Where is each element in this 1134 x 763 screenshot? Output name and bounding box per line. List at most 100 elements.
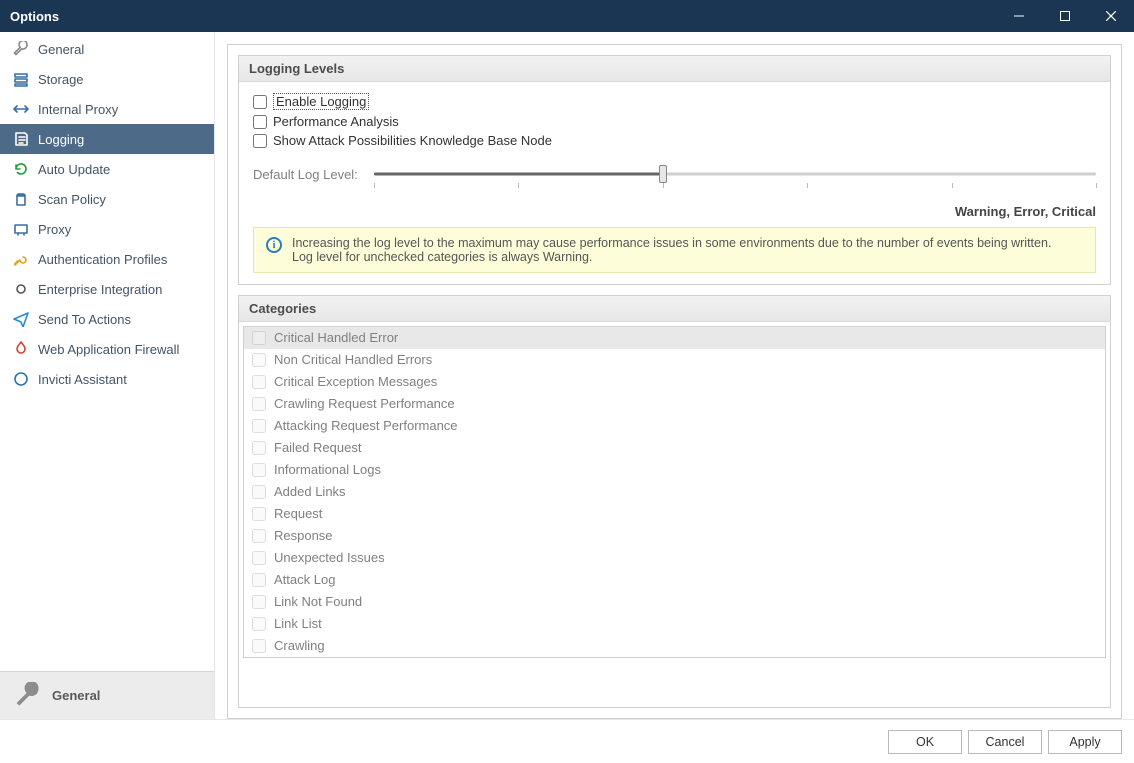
categories-title: Categories	[239, 296, 1110, 322]
sidebar-item-internal-proxy[interactable]: Internal Proxy	[0, 94, 214, 124]
category-checkbox[interactable]	[252, 573, 266, 587]
sidebar-item-logging[interactable]: Logging	[0, 124, 214, 154]
enable-logging-label: Enable Logging	[273, 93, 369, 110]
category-checkbox[interactable]	[252, 639, 266, 653]
sidebar-item-enterprise-integration[interactable]: Enterprise Integration	[0, 274, 214, 304]
performance-analysis-checkbox[interactable]	[253, 115, 267, 129]
category-checkbox[interactable]	[252, 507, 266, 521]
sidebar-item-send-to-actions[interactable]: Send To Actions	[0, 304, 214, 334]
assistant-icon	[12, 370, 30, 388]
sidebar-item-label: Proxy	[38, 222, 71, 237]
category-label: Request	[274, 506, 322, 521]
key-icon	[12, 250, 30, 268]
category-checkbox[interactable]	[252, 551, 266, 565]
proxy-icon	[12, 220, 30, 238]
category-checkbox[interactable]	[252, 617, 266, 631]
settings-panel: Logging Levels Enable Logging Performanc…	[227, 44, 1122, 719]
category-label: Attack Log	[274, 572, 335, 587]
show-attack-label: Show Attack Possibilities Knowledge Base…	[273, 133, 552, 148]
info-line-1: Increasing the log level to the maximum …	[292, 236, 1051, 250]
sidebar-item-scan-policy[interactable]: Scan Policy	[0, 184, 214, 214]
sidebar-item-storage[interactable]: Storage	[0, 64, 214, 94]
sidebar-item-label: Enterprise Integration	[38, 282, 162, 297]
sidebar: General Storage Internal Proxy Logging Auto …	[0, 32, 215, 719]
sidebar-item-label: Authentication Profiles	[38, 252, 167, 267]
category-row[interactable]: Response	[244, 525, 1105, 547]
category-row[interactable]: Link Not Found	[244, 591, 1105, 613]
category-label: Crawling	[274, 638, 325, 653]
category-checkbox[interactable]	[252, 375, 266, 389]
send-icon	[12, 310, 30, 328]
cancel-button[interactable]: Cancel	[968, 730, 1042, 754]
category-row[interactable]: Attack Log	[244, 569, 1105, 591]
sidebar-item-invicti-assistant[interactable]: Invicti Assistant	[0, 364, 214, 394]
storage-icon	[12, 70, 30, 88]
category-checkbox[interactable]	[252, 595, 266, 609]
category-row[interactable]: Request	[244, 503, 1105, 525]
category-checkbox[interactable]	[252, 419, 266, 433]
category-row[interactable]: Failed Request	[244, 437, 1105, 459]
ok-button[interactable]: OK	[888, 730, 962, 754]
category-row[interactable]: Link List	[244, 613, 1105, 635]
sidebar-footer-label: General	[52, 688, 100, 703]
category-checkbox[interactable]	[252, 529, 266, 543]
category-row[interactable]: Attacking Request Performance	[244, 415, 1105, 437]
category-checkbox[interactable]	[252, 485, 266, 499]
category-row[interactable]: Informational Logs	[244, 459, 1105, 481]
sidebar-item-label: Internal Proxy	[38, 102, 118, 117]
category-label: Non Critical Handled Errors	[274, 352, 432, 367]
category-row[interactable]: Crawling	[244, 635, 1105, 657]
category-checkbox[interactable]	[252, 353, 266, 367]
category-checkbox[interactable]	[252, 397, 266, 411]
category-row[interactable]: Added Links	[244, 481, 1105, 503]
clipboard-icon	[12, 190, 30, 208]
close-button[interactable]	[1088, 0, 1134, 32]
sidebar-item-proxy[interactable]: Proxy	[0, 214, 214, 244]
arrows-h-icon	[12, 100, 30, 118]
refresh-icon	[12, 160, 30, 178]
category-row[interactable]: Unexpected Issues	[244, 547, 1105, 569]
category-label: Link List	[274, 616, 322, 631]
titlebar: Options	[0, 0, 1134, 32]
category-label: Failed Request	[274, 440, 361, 455]
show-attack-checkbox[interactable]	[253, 134, 267, 148]
info-line-2: Log level for unchecked categories is al…	[292, 250, 1051, 264]
sidebar-item-web-application-firewall[interactable]: Web Application Firewall	[0, 334, 214, 364]
dot-icon	[12, 280, 30, 298]
minimize-button[interactable]	[996, 0, 1042, 32]
sidebar-item-label: Scan Policy	[38, 192, 106, 207]
performance-analysis-label: Performance Analysis	[273, 114, 399, 129]
logging-levels-group: Logging Levels Enable Logging Performanc…	[238, 55, 1111, 285]
sidebar-item-label: Send To Actions	[38, 312, 131, 327]
firewall-icon	[12, 340, 30, 358]
category-label: Unexpected Issues	[274, 550, 385, 565]
category-checkbox[interactable]	[252, 331, 266, 345]
sidebar-item-general[interactable]: General	[0, 34, 214, 64]
wrench-icon	[14, 682, 42, 710]
maximize-button[interactable]	[1042, 0, 1088, 32]
dialog-footer: OK Cancel Apply	[0, 719, 1134, 763]
apply-button[interactable]: Apply	[1048, 730, 1122, 754]
categories-group: Categories Critical Handled Error Non Cri…	[238, 295, 1111, 708]
category-label: Attacking Request Performance	[274, 418, 458, 433]
sidebar-item-label: General	[38, 42, 84, 57]
log-level-slider[interactable]	[374, 162, 1096, 186]
category-checkbox[interactable]	[252, 441, 266, 455]
sidebar-item-label: Auto Update	[38, 162, 110, 177]
sidebar-item-authentication-profiles[interactable]: Authentication Profiles	[0, 244, 214, 274]
sidebar-item-label: Logging	[38, 132, 84, 147]
category-label: Crawling Request Performance	[274, 396, 455, 411]
category-row[interactable]: Crawling Request Performance	[244, 393, 1105, 415]
category-checkbox[interactable]	[252, 463, 266, 477]
category-row[interactable]: Critical Exception Messages	[244, 371, 1105, 393]
info-box: i Increasing the log level to the maximu…	[253, 227, 1096, 273]
category-label: Response	[274, 528, 333, 543]
sidebar-footer: General	[0, 671, 214, 719]
category-label: Informational Logs	[274, 462, 381, 477]
categories-list: Critical Handled Error Non Critical Handl…	[243, 326, 1106, 658]
sidebar-item-auto-update[interactable]: Auto Update	[0, 154, 214, 184]
enable-logging-checkbox[interactable]	[253, 95, 267, 109]
category-label: Link Not Found	[274, 594, 362, 609]
category-row[interactable]: Critical Handled Error	[244, 327, 1105, 349]
category-row[interactable]: Non Critical Handled Errors	[244, 349, 1105, 371]
